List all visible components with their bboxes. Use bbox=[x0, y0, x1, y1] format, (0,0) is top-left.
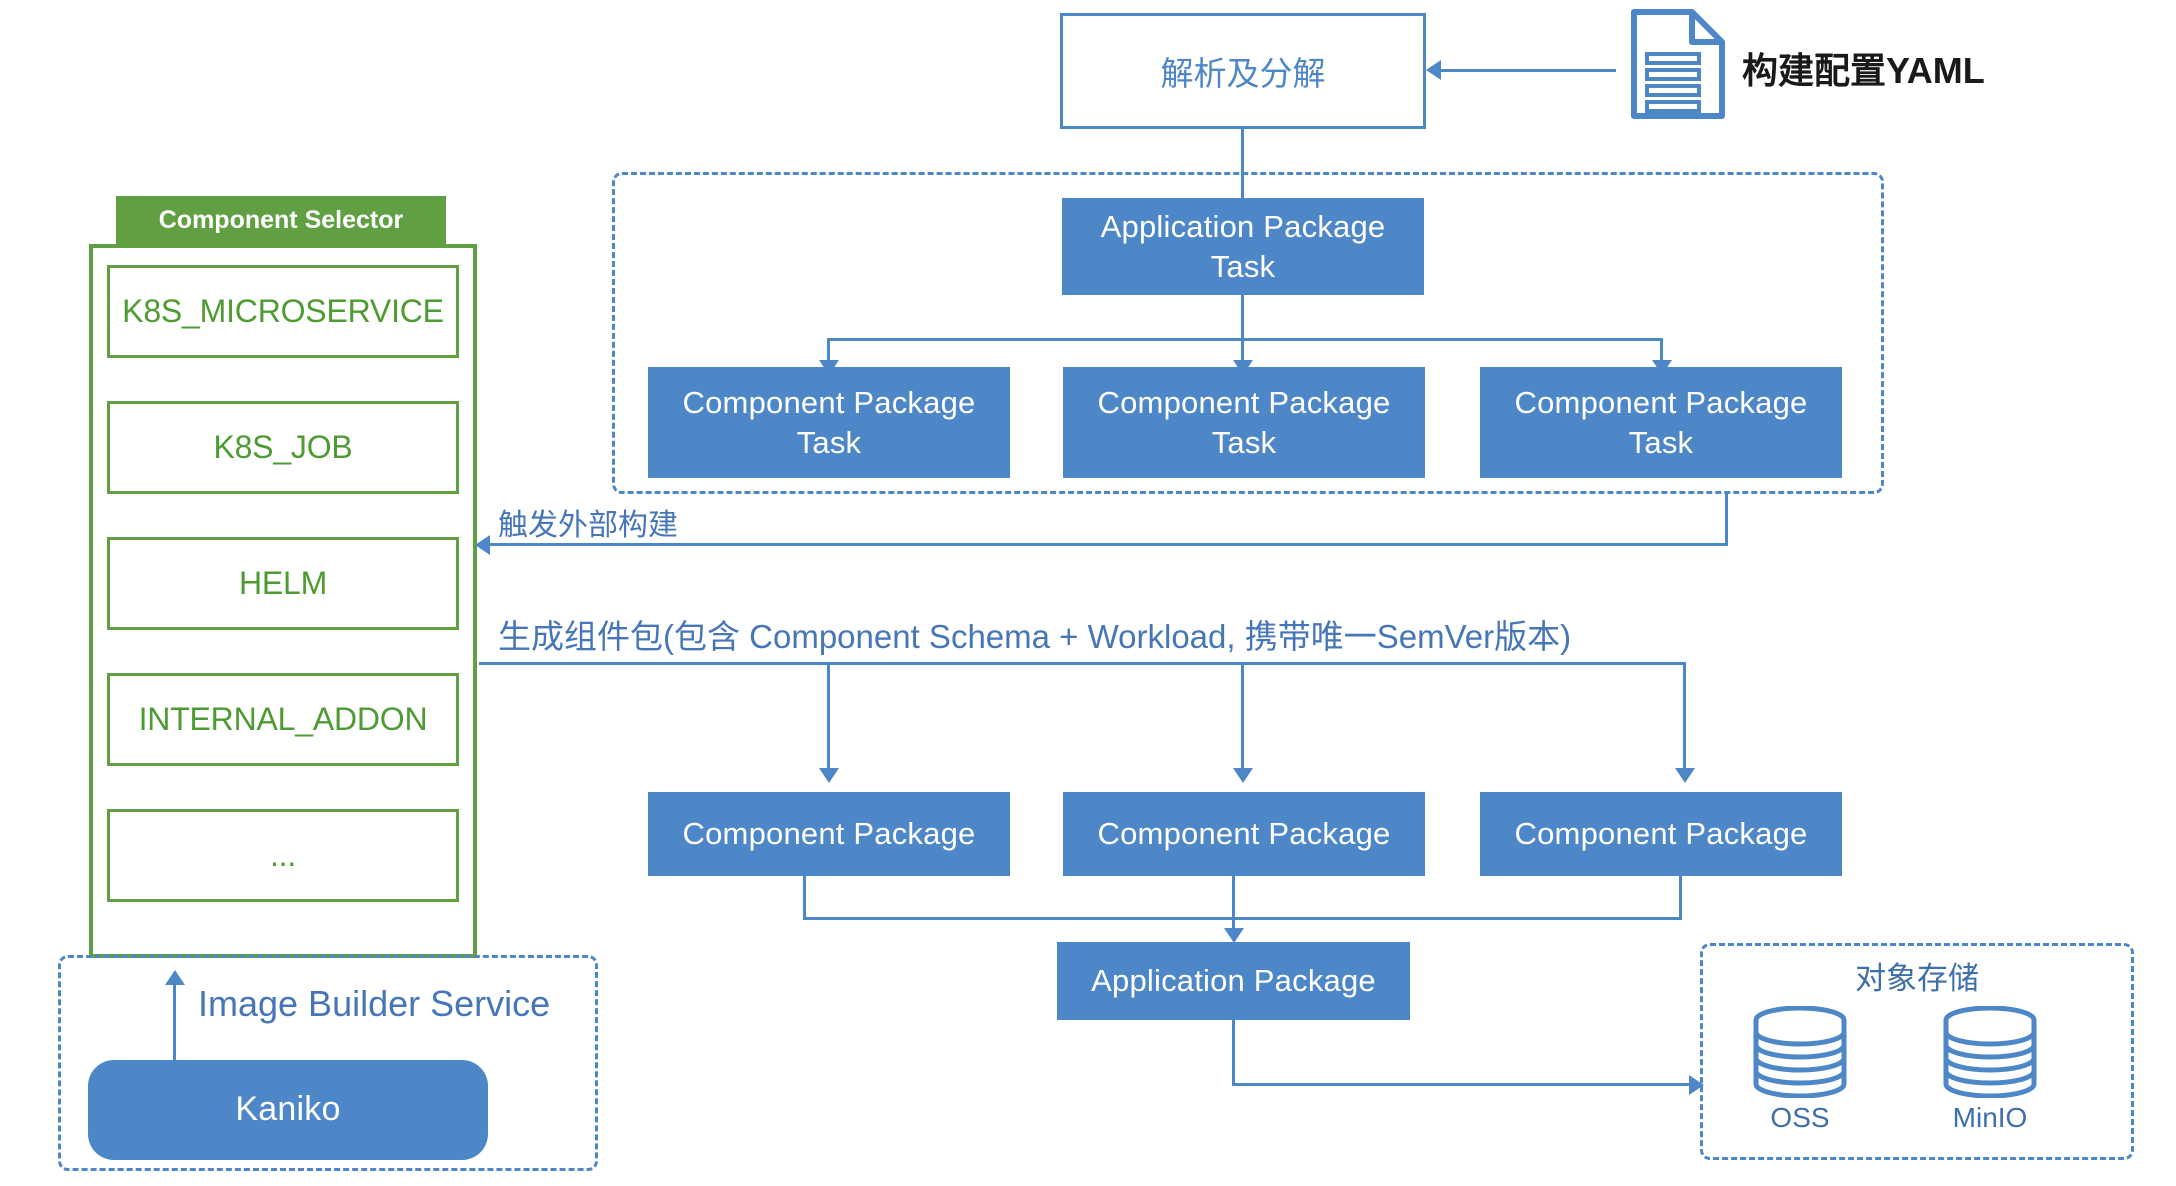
component-package-box[interactable]: Component Package bbox=[648, 792, 1010, 876]
app-task-line-1: Application Package bbox=[1100, 208, 1386, 244]
component-task-1-line-2: Task bbox=[796, 424, 862, 460]
trigger-external-build-label: 触发外部构建 bbox=[498, 509, 678, 542]
component-task-2-line-2: Task bbox=[1211, 424, 1277, 460]
generate-edge-leg-3 bbox=[1683, 662, 1686, 770]
component-package-task-box[interactable]: Component Package Task bbox=[1480, 367, 1842, 478]
database-cylinder-icon bbox=[1942, 1006, 2038, 1098]
database-cylinder-icon bbox=[1752, 1006, 1848, 1098]
component-package-task-label: Component Package Task bbox=[1098, 383, 1391, 462]
application-package-box[interactable]: Application Package bbox=[1057, 942, 1410, 1020]
component-package-task-label: Component Package Task bbox=[683, 383, 976, 462]
selector-item-internal-addon[interactable]: INTERNAL_ADDON bbox=[107, 673, 459, 766]
app-task-bus bbox=[827, 338, 1663, 341]
component-task-3-line-2: Task bbox=[1628, 424, 1694, 460]
generate-component-package-label: 生成组件包(包含 Component Schema + Workload, 携带… bbox=[498, 618, 1572, 655]
component-package-box[interactable]: Component Package bbox=[1480, 792, 1842, 876]
selector-item-label: ... bbox=[269, 837, 297, 873]
merge-leg-3 bbox=[1679, 876, 1682, 920]
selector-item-ellipsis[interactable]: ... bbox=[107, 809, 459, 902]
component-package-label: Component Package bbox=[682, 816, 976, 852]
selector-item-k8s-job[interactable]: K8S_JOB bbox=[107, 401, 459, 494]
component-package-label: Component Package bbox=[1097, 816, 1391, 852]
component-task-2-line-1: Component Package bbox=[1097, 384, 1391, 420]
application-package-task-label: Application Package Task bbox=[1101, 207, 1386, 286]
app-task-stem bbox=[1241, 295, 1244, 340]
selector-item-label: K8S_JOB bbox=[213, 429, 353, 465]
merge-leg-1 bbox=[803, 876, 806, 920]
generate-edge-leg-2 bbox=[1241, 662, 1244, 770]
selector-item-k8s-microservice[interactable]: K8S_MICROSERVICE bbox=[107, 265, 459, 358]
application-package-label: Application Package bbox=[1091, 963, 1376, 999]
generate-edge-leg-2-arrowhead bbox=[1233, 768, 1253, 783]
selector-item-helm[interactable]: HELM bbox=[107, 537, 459, 630]
object-storage-minio-label: MinIO bbox=[1952, 1102, 2028, 1133]
yaml-to-parse-line bbox=[1441, 69, 1616, 72]
app-task-line-2: Task bbox=[1210, 248, 1276, 284]
component-package-task-box[interactable]: Component Package Task bbox=[1063, 367, 1425, 478]
merge-bus bbox=[803, 917, 1682, 920]
bus-leg-3 bbox=[1660, 338, 1663, 362]
generate-edge-leg-3-arrowhead bbox=[1675, 768, 1695, 783]
selector-item-label: K8S_MICROSERVICE bbox=[122, 293, 444, 329]
selector-item-label: HELM bbox=[238, 565, 328, 601]
parse-decompose-label: 解析及分解 bbox=[1160, 55, 1326, 92]
app-package-to-storage-horizontal bbox=[1232, 1083, 1691, 1086]
image-builder-service-title: Image Builder Service bbox=[198, 983, 551, 1024]
parse-decompose-box[interactable]: 解析及分解 bbox=[1060, 13, 1426, 129]
component-package-label: Component Package bbox=[1514, 816, 1808, 852]
generate-edge-leg-1 bbox=[827, 662, 830, 770]
app-package-to-storage-vertical bbox=[1232, 1020, 1235, 1086]
merge-to-app-package-arrowhead bbox=[1224, 928, 1244, 943]
bus-leg-2 bbox=[1241, 338, 1244, 362]
generate-edge-horizontal bbox=[479, 662, 1685, 665]
component-selector-header-label: Component Selector bbox=[158, 205, 404, 234]
kaniko-to-selector-line bbox=[173, 985, 176, 1062]
component-selector-header: Component Selector bbox=[116, 196, 446, 244]
component-task-1-line-1: Component Package bbox=[682, 384, 976, 420]
component-package-task-box[interactable]: Component Package Task bbox=[648, 367, 1010, 478]
generate-edge-leg-1-arrowhead bbox=[819, 768, 839, 783]
component-package-box[interactable]: Component Package bbox=[1063, 792, 1425, 876]
trigger-edge-horizontal bbox=[490, 543, 1728, 546]
yaml-label: 构建配置YAML bbox=[1742, 50, 1985, 91]
yaml-to-parse-arrowhead bbox=[1426, 60, 1441, 80]
trigger-edge-arrowhead bbox=[475, 535, 490, 555]
document-icon bbox=[1630, 8, 1726, 120]
component-package-task-label: Component Package Task bbox=[1515, 383, 1808, 462]
diagram-canvas: 解析及分解 构建配置YAML Application Package Task bbox=[0, 0, 2176, 1186]
trigger-edge-vertical bbox=[1725, 494, 1728, 546]
selector-item-label: INTERNAL_ADDON bbox=[138, 701, 428, 737]
object-storage-oss-label: OSS bbox=[1770, 1102, 1830, 1133]
component-task-3-line-1: Component Package bbox=[1514, 384, 1808, 420]
kaniko-label: Kaniko bbox=[235, 1090, 341, 1129]
kaniko-box[interactable]: Kaniko bbox=[88, 1060, 488, 1160]
application-package-task-box[interactable]: Application Package Task bbox=[1062, 198, 1424, 295]
object-storage-title: 对象存储 bbox=[1855, 961, 1979, 996]
bus-leg-1 bbox=[827, 338, 830, 362]
merge-center-stem-upper bbox=[1232, 876, 1235, 917]
kaniko-to-selector-arrowhead bbox=[165, 970, 185, 985]
